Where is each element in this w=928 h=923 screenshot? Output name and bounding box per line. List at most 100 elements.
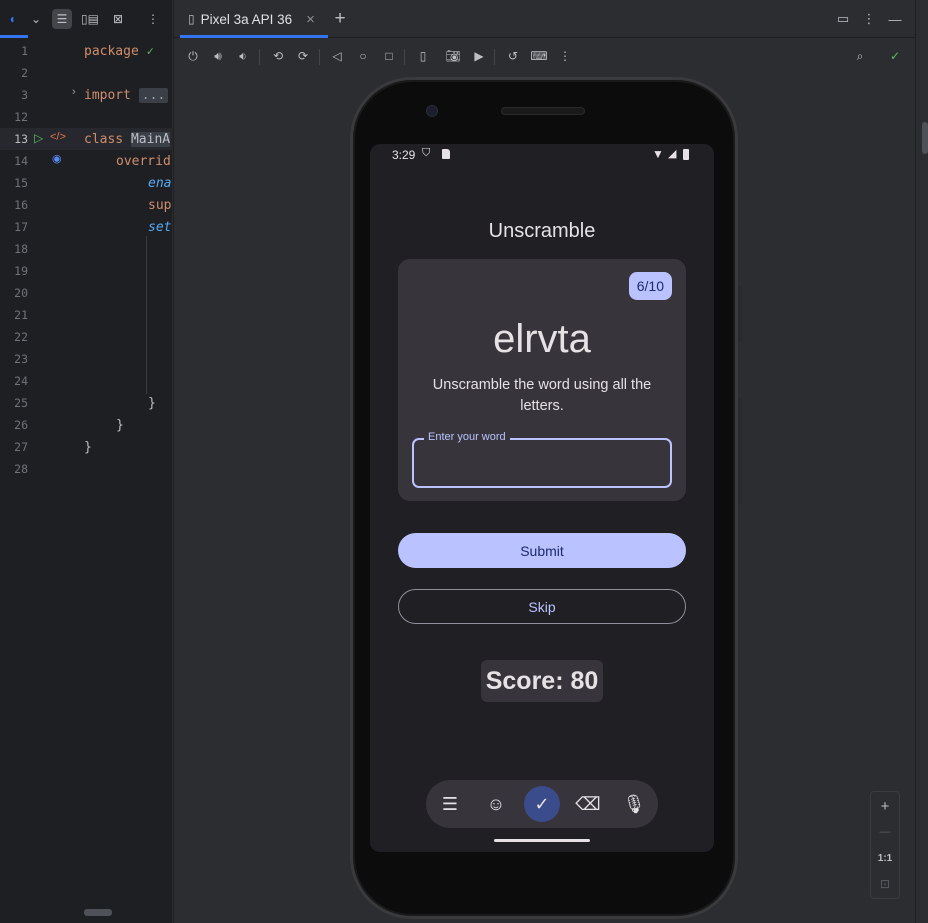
device-frame-icon[interactable]: ▯	[412, 45, 434, 67]
line-number-gutter: 1 2 3 12 13 14 15 16 17 18 19 20 21 22 2…	[0, 40, 82, 923]
line-number: 1	[21, 44, 28, 58]
editor-tab-icon[interactable]: ◖	[2, 9, 22, 29]
class-name[interactable]: MainA	[130, 132, 171, 147]
code-line-package: package ✓	[84, 44, 154, 59]
done-check-icon[interactable]: ✓	[524, 786, 560, 822]
power-icon[interactable]: ⏻	[182, 45, 204, 67]
line-number: 16	[14, 198, 28, 212]
active-tab-indicator	[180, 35, 328, 38]
word-input-label: Enter your word	[424, 431, 510, 443]
toolbar-separator	[404, 49, 405, 65]
code-line-class: class MainA	[84, 132, 171, 147]
window-layout-icon[interactable]: ▭	[832, 8, 854, 30]
running-devices-pane: ▯ Pixel 3a API 36 × + ▭ ⋮ — ⏻ 🔊︎ 🔉︎ ⟲ ⟳ …	[174, 0, 928, 923]
zoom-fit-icon[interactable]: ⊡	[871, 871, 899, 897]
device-tab-label: Pixel 3a API 36	[200, 11, 293, 27]
indent-guide	[146, 236, 147, 394]
status-bar: 3:29 ⛉ ▼ ◢	[370, 144, 714, 166]
line-number: 25	[14, 396, 28, 410]
volume-up-icon[interactable]: 🔊︎	[207, 45, 229, 67]
line-number: 22	[14, 330, 28, 344]
chevron-down-icon[interactable]: ⌄	[26, 9, 46, 29]
line-number: 19	[14, 264, 28, 278]
closing-brace: }	[148, 396, 156, 411]
line-number: 15	[14, 176, 28, 190]
line-number: 18	[14, 242, 28, 256]
override-marker-icon[interactable]: ◉	[52, 152, 62, 165]
menu-icon[interactable]: ☰	[432, 786, 468, 822]
code-editor-pane: ◖ ⌄ ☰ ▯▤ ⊠ ⋮ 1 2 3 12 13 14 15 16 17 18 …	[0, 0, 173, 923]
rotate-right-icon[interactable]: ⟳	[292, 45, 314, 67]
class-keyword: class	[84, 132, 124, 147]
home-indicator[interactable]	[494, 839, 590, 842]
keyboard-icon[interactable]: ⌨	[528, 45, 550, 67]
backspace-icon[interactable]: ⌫	[570, 786, 606, 822]
code-view-icon[interactable]: ☰	[52, 9, 72, 29]
line-number: 24	[14, 374, 28, 388]
import-keyword: import	[84, 88, 131, 103]
status-time: 3:29	[392, 148, 416, 162]
compose-preview-icon[interactable]: </>	[50, 131, 66, 143]
word-input[interactable]	[422, 450, 662, 476]
inspect-icon[interactable]: ⌕	[849, 45, 871, 67]
horizontal-scrollbar[interactable]	[84, 909, 112, 916]
import-fold[interactable]: ...	[138, 88, 169, 103]
toolbar-separator	[494, 49, 495, 65]
fold-arrow-icon[interactable]: ›	[72, 86, 76, 98]
home-icon[interactable]: ○	[352, 45, 374, 67]
minimize-icon[interactable]: —	[884, 8, 906, 30]
run-gutter-icon[interactable]: ▷	[34, 131, 43, 145]
device-screen[interactable]: 3:29 ⛉ ▼ ◢ Unscramble 6/10 elrvta Unscra…	[370, 144, 714, 852]
inspection-ok-icon[interactable]: ✓	[147, 44, 154, 58]
word-count-badge: 6/10	[628, 272, 672, 300]
shield-icon: ⛉	[422, 147, 431, 159]
back-icon[interactable]: ◁	[326, 45, 348, 67]
closing-brace: }	[116, 418, 124, 433]
line-number: 2	[21, 66, 28, 80]
word-input-field[interactable]: Enter your word	[412, 431, 672, 488]
package-keyword: package	[84, 44, 139, 59]
battery-icon	[683, 149, 689, 160]
more-options-icon[interactable]: ⋮	[143, 9, 163, 29]
code-area[interactable]: package ✓ import ... class MainA overrid…	[84, 40, 173, 923]
zoom-out-button[interactable]: —	[871, 819, 899, 845]
snapshot-icon[interactable]: ↺	[502, 45, 524, 67]
instructions-text: Unscramble the word using all the letter…	[432, 377, 652, 414]
line-number: 28	[14, 462, 28, 476]
line-number: 13	[14, 132, 28, 146]
device-tab[interactable]: ▯ Pixel 3a API 36 ×	[182, 0, 321, 38]
zoom-actual-size-button[interactable]: 1:1	[871, 845, 899, 871]
submit-button[interactable]: Submit	[398, 533, 686, 568]
device-phone-icon: ▯	[188, 12, 195, 26]
line-number: 3	[21, 88, 28, 102]
emoji-icon[interactable]: ☺	[478, 786, 514, 822]
camera-screenshot-icon[interactable]: 📷︎	[442, 45, 464, 67]
split-view-icon[interactable]: ▯▤	[80, 9, 100, 29]
rotate-left-icon[interactable]: ⟲	[267, 45, 289, 67]
line-number: 17	[14, 220, 28, 234]
line-number: 26	[14, 418, 28, 432]
screen-record-icon[interactable]: ▶	[468, 45, 490, 67]
wifi-icon: ▼	[652, 147, 664, 161]
toolbar-separator	[259, 49, 260, 65]
keyboard-toolbar: ☰ ☺ ✓ ⌫ 🎙︎	[426, 780, 658, 828]
add-device-tab-button[interactable]: +	[329, 8, 351, 30]
skip-button[interactable]: Skip	[398, 589, 686, 624]
code-line-override: overrid	[116, 154, 171, 169]
line-number: 20	[14, 286, 28, 300]
editor-toolbar: ◖ ⌄ ☰ ▯▤ ⊠ ⋮	[0, 0, 173, 38]
volume-down-icon[interactable]: 🔉︎	[232, 45, 254, 67]
design-view-icon[interactable]: ⊠	[108, 9, 128, 29]
overview-icon[interactable]: □	[378, 45, 400, 67]
more-options-icon[interactable]: ⋮	[554, 45, 576, 67]
zoom-in-button[interactable]: +	[871, 793, 899, 819]
microphone-icon[interactable]: 🎙︎	[616, 786, 652, 822]
phone-power-button	[738, 286, 742, 342]
line-number: 14	[14, 154, 28, 168]
line-number: 23	[14, 352, 28, 366]
close-tab-icon[interactable]: ×	[306, 11, 315, 28]
check-icon[interactable]: ✓	[884, 45, 906, 67]
vertical-scrollbar[interactable]	[922, 122, 928, 154]
more-options-icon[interactable]: ⋮	[858, 8, 880, 30]
app-title: Unscramble	[488, 220, 596, 242]
